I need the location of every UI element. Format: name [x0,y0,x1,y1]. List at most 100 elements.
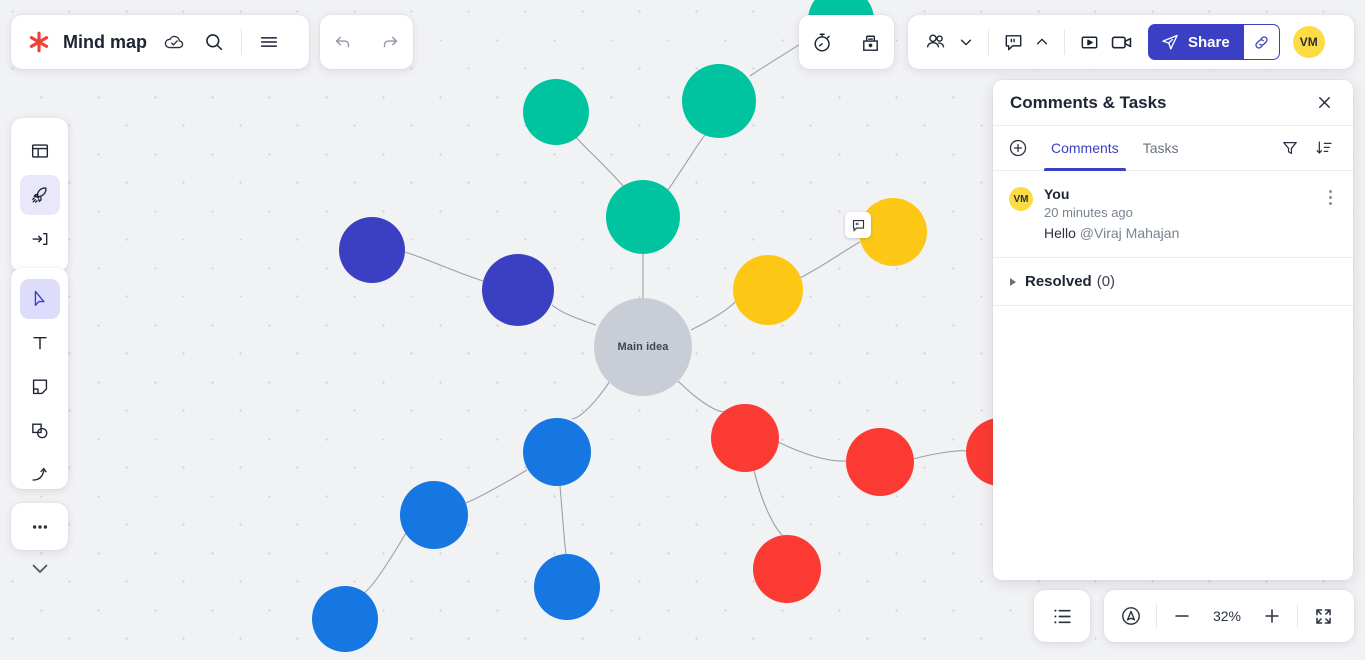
close-panel-button[interactable] [1311,90,1337,116]
video-camera-icon [1111,36,1132,48]
mindmap-node[interactable] [339,217,405,283]
close-x-icon [1318,97,1330,108]
mindmap-app: Main idea Mind map Share VM Comments & T… [0,0,1365,660]
timer-vote-toolbar [799,15,894,69]
expand-arrows-icon [1315,608,1331,624]
share-label: Share [1188,33,1230,51]
zoom-level-value[interactable]: 32% [1201,608,1253,624]
comments-panel-tabs: Comments Tasks [993,126,1353,171]
comment-text: Hello @Viraj Mahajan [1044,225,1321,241]
mindmap-node[interactable] [523,79,589,145]
sort-descending-icon [1316,141,1332,154]
tab-tasks[interactable]: Tasks [1131,126,1191,171]
cloud-check-glyph [164,35,184,49]
comments-panel-title: Comments & Tasks [1010,92,1167,112]
text-tool[interactable] [20,323,60,363]
mindmap-node[interactable] [711,404,779,472]
rocket-icon [32,186,47,203]
filter-funnel-icon [1283,141,1297,155]
zoom-out-button[interactable] [1163,597,1201,635]
redo-arrow-icon [383,36,397,48]
video-call-button[interactable] [1105,26,1138,58]
link-chain-icon [1255,35,1268,49]
copy-link-button[interactable] [1243,24,1280,60]
more-tools-button[interactable] [11,503,68,550]
participants-button[interactable] [919,26,953,58]
vote-button[interactable] [854,26,886,58]
present-button[interactable] [1074,26,1105,58]
hamburger-menu-icon[interactable] [256,29,282,55]
triangle-right-icon [1010,277,1016,286]
toolbar-divider-2 [1064,29,1065,55]
people-group-icon [926,34,945,48]
mindmap-node[interactable] [733,255,803,325]
history-toolbar [320,15,413,69]
plus-icon [1265,609,1279,623]
select-tool[interactable] [19,279,60,319]
participants-dropdown[interactable] [953,26,979,58]
navigation-mode-button[interactable] [1112,597,1150,635]
comments-collapse-button[interactable] [1029,26,1055,58]
paper-plane-icon [1162,34,1178,50]
resolved-section-toggle[interactable]: Resolved (0) [993,257,1353,306]
list-item[interactable]: VM You 20 minutes ago Hello @Viraj Mahaj… [993,171,1353,257]
more-dots-icon [32,524,47,529]
left-rail-top [11,118,68,272]
page-title[interactable]: Mind map [63,32,147,53]
cloud-check-icon[interactable] [161,29,187,55]
mindmap-node[interactable] [846,428,914,496]
fit-to-screen-button[interactable] [1304,597,1342,635]
mindmap-node[interactable] [482,254,554,326]
resolved-count: (0) [1096,273,1116,290]
curved-arrow-icon [31,467,47,481]
redo-button[interactable] [375,27,405,57]
sticky-note-icon [32,379,47,395]
filter-button[interactable] [1276,134,1304,162]
timer-button[interactable] [807,26,839,58]
outline-button[interactable] [1034,590,1090,642]
mindmap-node[interactable] [606,180,680,254]
mindmap-node[interactable] [523,418,591,486]
hamburger-glyph [260,37,278,47]
collapse-rail-button[interactable] [11,550,68,586]
user-avatar[interactable]: VM [1292,26,1325,58]
undo-button[interactable] [328,27,358,57]
mindmap-node[interactable] [312,586,378,652]
resolved-label: Resolved [1025,273,1092,290]
canvas-comment-marker[interactable] [845,212,871,238]
comment-menu-button[interactable] [1321,186,1339,241]
comment-quote-icon [852,219,864,232]
left-rail-tools [11,268,68,489]
comments-tasks-panel: Comments & Tasks Comments Tasks VM You 2… [993,80,1353,580]
zoom-divider-2 [1297,604,1298,628]
import-tool[interactable] [20,219,60,259]
kebab-dot [1328,196,1332,199]
mindmap-node[interactable] [534,554,600,620]
cursor-arrow-icon [34,290,45,307]
add-comment-button[interactable] [1003,133,1033,163]
comment-text-plain: Hello [1044,225,1080,241]
mindmap-node[interactable] [753,535,821,603]
zoom-divider-1 [1156,604,1157,628]
search-icon[interactable] [201,29,227,55]
stopwatch-icon [814,33,831,51]
frame-layout-icon [31,144,48,158]
shapes-tool[interactable] [20,411,60,451]
mindmap-node[interactable] [682,64,756,138]
shapes-square-circle-icon [31,423,47,439]
apps-tool[interactable] [19,175,60,215]
sticky-note-tool[interactable] [20,367,60,407]
mindmap-node[interactable] [400,481,468,549]
mindmap-center-node[interactable]: Main idea [594,298,692,396]
frames-tool[interactable] [20,131,60,171]
share-button[interactable]: Share [1148,24,1244,60]
tab-comments[interactable]: Comments [1039,126,1131,171]
sort-button[interactable] [1310,134,1338,162]
comments-toggle-button[interactable] [998,26,1029,58]
titlebar-divider [241,29,242,55]
comment-author: You [1044,186,1070,202]
zoom-in-button[interactable] [1253,597,1291,635]
comments-list: VM You 20 minutes ago Hello @Viraj Mahaj… [993,171,1353,580]
connector-tool[interactable] [20,455,60,489]
comment-mention[interactable]: @Viraj Mahajan [1080,225,1180,241]
